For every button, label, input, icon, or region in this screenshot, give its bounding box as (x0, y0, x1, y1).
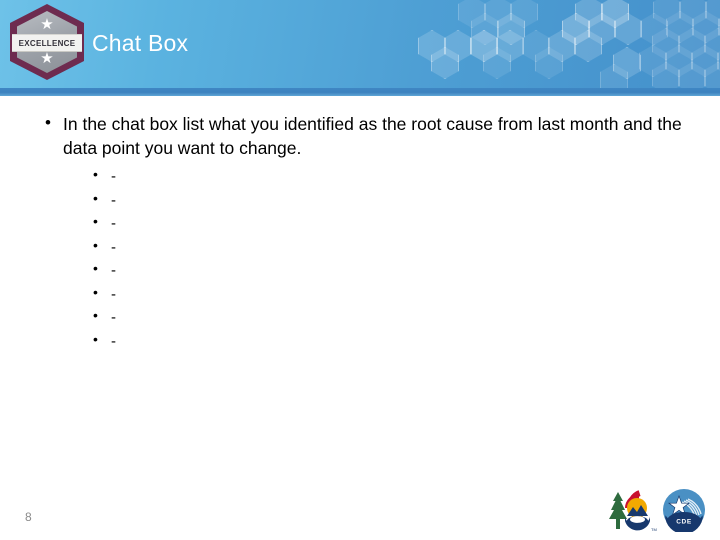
slide-header-banner: ★ ★ EXCELLENCE Chat Box (0, 0, 720, 88)
sub-bullet-text: - (111, 191, 116, 209)
star-icon-top: ★ (40, 16, 54, 33)
list-item: - (85, 281, 684, 307)
bullet-list-level2: - - - - - - - - (85, 163, 684, 354)
list-item: - (85, 163, 684, 189)
list-item: - (85, 210, 684, 236)
bullet-list-level1: In the chat box list what you identified… (36, 111, 684, 354)
list-item: - (85, 304, 684, 330)
slide-body: In the chat box list what you identified… (36, 111, 684, 354)
hexagon-pattern-decoration (418, 0, 720, 88)
slide: ★ ★ EXCELLENCE Chat Box In the chat box … (0, 0, 720, 540)
badge-label: EXCELLENCE (18, 38, 76, 48)
list-item: In the chat box list what you identified… (36, 111, 684, 354)
list-item: - (85, 328, 684, 354)
page-title: Chat Box (92, 30, 189, 56)
sub-bullet-text: - (111, 309, 116, 326)
badge-ribbon: EXCELLENCE (12, 34, 82, 52)
header-underline-bar (0, 88, 720, 96)
sub-bullet-text: - (111, 215, 116, 232)
star-icon-bottom: ★ (40, 50, 54, 67)
cde-logo: CDE (663, 489, 705, 532)
footer-logo-group: TM CDE (606, 486, 714, 534)
svg-text:CDE: CDE (676, 519, 692, 526)
excellence-badge-logo: ★ ★ EXCELLENCE (10, 4, 84, 80)
sub-bullet-text: - (111, 332, 116, 350)
sub-bullet-text: - (111, 238, 116, 256)
svg-text:TM: TM (651, 527, 657, 532)
list-item: - (85, 257, 684, 283)
page-number: 8 (25, 510, 32, 524)
list-item: - (85, 187, 684, 213)
colorado-state-logo: TM (609, 490, 657, 532)
bullet-text-main: In the chat box list what you identified… (63, 114, 682, 158)
sub-bullet-text: - (111, 285, 116, 303)
sub-bullet-text: - (111, 168, 116, 185)
sub-bullet-text: - (111, 262, 116, 279)
list-item: - (85, 234, 684, 260)
